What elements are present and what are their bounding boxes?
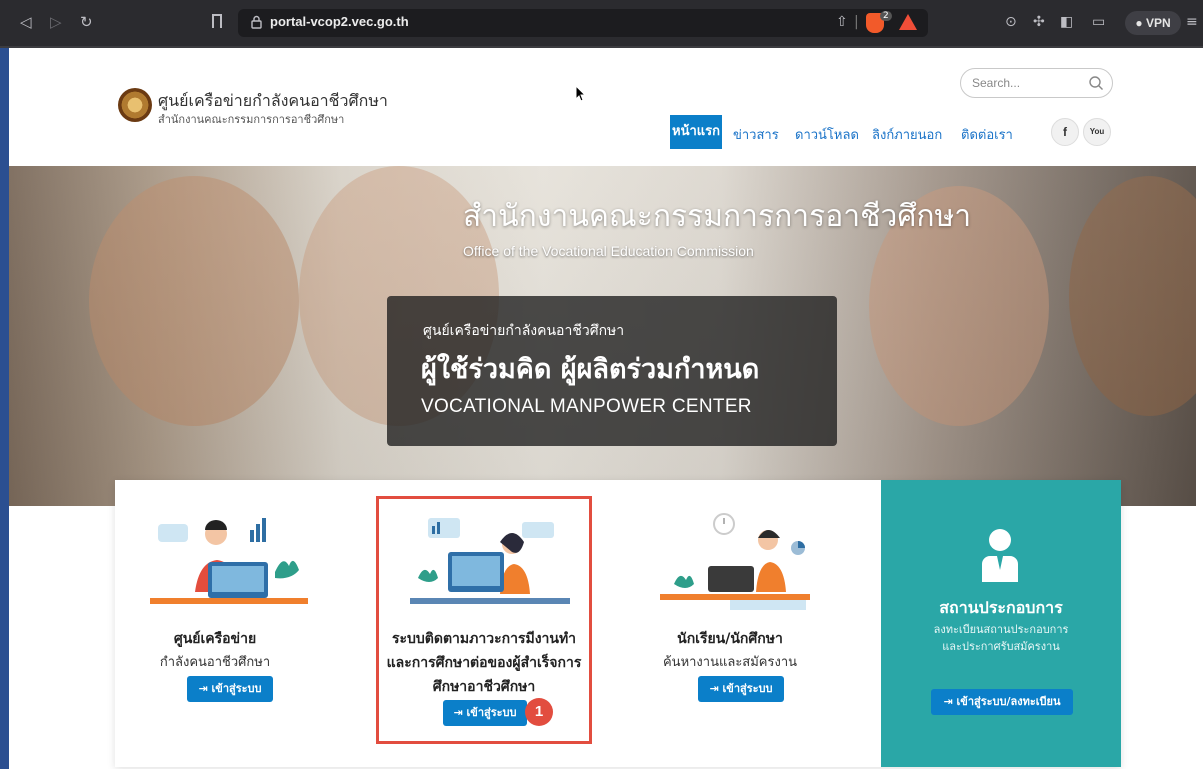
window-frame (0, 48, 9, 769)
card-employer-title: สถานประกอบการ (939, 598, 1063, 617)
step-badge: 1 (525, 698, 553, 726)
hero-title: สำนักงานคณะกรรมการการอาชีวศึกษา (463, 199, 972, 234)
hero-caption-english: VOCATIONAL MANPOWER CENTER (421, 396, 752, 417)
sidebar-icon[interactable]: ◧ (1060, 14, 1073, 30)
bookmark-icon[interactable] (212, 14, 222, 28)
organization-logo[interactable] (118, 88, 152, 122)
facebook-icon[interactable]: f (1051, 118, 1079, 146)
back-icon[interactable]: ◁ (20, 13, 32, 31)
search-icon[interactable] (1088, 75, 1104, 91)
card-tracking-line3: ศึกษาอาชีวศึกษา (432, 679, 536, 695)
card-network-desc: กำลังคนอาชีวศึกษา (159, 655, 271, 670)
hero-caption-small: ศูนย์เครือข่ายกำลังคนอาชีวศึกษา (423, 323, 625, 339)
brave-shield-count: 2 (880, 11, 892, 21)
brave-rewards-icon[interactable] (899, 14, 917, 30)
forward-icon[interactable]: ▷ (50, 13, 62, 31)
menu-icon[interactable]: ≡ (1186, 14, 1198, 30)
lock-icon (251, 15, 262, 29)
extensions-icon[interactable]: ✣ (1033, 14, 1045, 30)
employer-login-register-button[interactable]: ⇥ เข้าสู่ระบบ/ลงทะเบียน (931, 689, 1073, 715)
tracking-login-button[interactable]: ⇥ เข้าสู่ระบบ (443, 700, 527, 726)
wallet-icon[interactable]: ▭ (1092, 14, 1105, 30)
card-tracking-title: ระบบติดตามภาวะการมีงานทำ (391, 631, 577, 647)
nav-external-links[interactable]: ลิงก์ภายนอก (872, 124, 942, 145)
card-student-desc: ค้นหางานและสมัครงาน (662, 655, 798, 670)
hero-subtitle: Office of the Vocational Education Commi… (463, 243, 754, 259)
org-subtitle: สำนักงานคณะกรรมการการอาชีวศึกษา (158, 113, 345, 126)
student-login-button[interactable]: ⇥ เข้าสู่ระบบ (698, 676, 784, 702)
url-text[interactable]: portal-vcop2.vec.go.th (270, 14, 409, 29)
nav-news[interactable]: ข่าวสาร (733, 124, 779, 145)
nav-home[interactable]: หน้าแรก (670, 115, 722, 149)
youtube-icon[interactable]: You (1083, 118, 1111, 146)
hero-slogan: ผู้ใช้ร่วมคิด ผู้ผลิตร่วมกำหนด (421, 354, 760, 385)
card-employer-desc2: และประกาศรับสมัครงาน (942, 640, 1060, 653)
search-placeholder: Search... (972, 76, 1021, 90)
employer-user-icon (982, 529, 1018, 582)
card-employer-desc1: ลงทะเบียนสถานประกอบการ (933, 623, 1069, 636)
reload-icon[interactable]: ↻ (80, 13, 93, 31)
network-illustration (150, 518, 308, 604)
student-illustration (660, 513, 810, 610)
card-student-title: นักเรียน/นักศึกษา (677, 631, 783, 647)
share-icon[interactable]: ⇧ (836, 14, 848, 30)
card-tracking-line2: และการศึกษาต่อของผู้สำเร็จการ (386, 655, 582, 671)
card-network-title: ศูนย์เครือข่าย (173, 631, 257, 647)
mouse-cursor-icon (575, 85, 587, 102)
nav-contact[interactable]: ติดต่อเรา (961, 124, 1013, 145)
vpn-button[interactable]: ● VPN (1125, 11, 1181, 35)
separator-icon: | (854, 14, 859, 30)
nav-download[interactable]: ดาวน์โหลด (795, 124, 859, 145)
tracking-illustration (410, 518, 570, 604)
settings-icon[interactable]: ⊙ (1005, 14, 1017, 30)
network-login-button[interactable]: ⇥ เข้าสู่ระบบ (187, 676, 273, 702)
